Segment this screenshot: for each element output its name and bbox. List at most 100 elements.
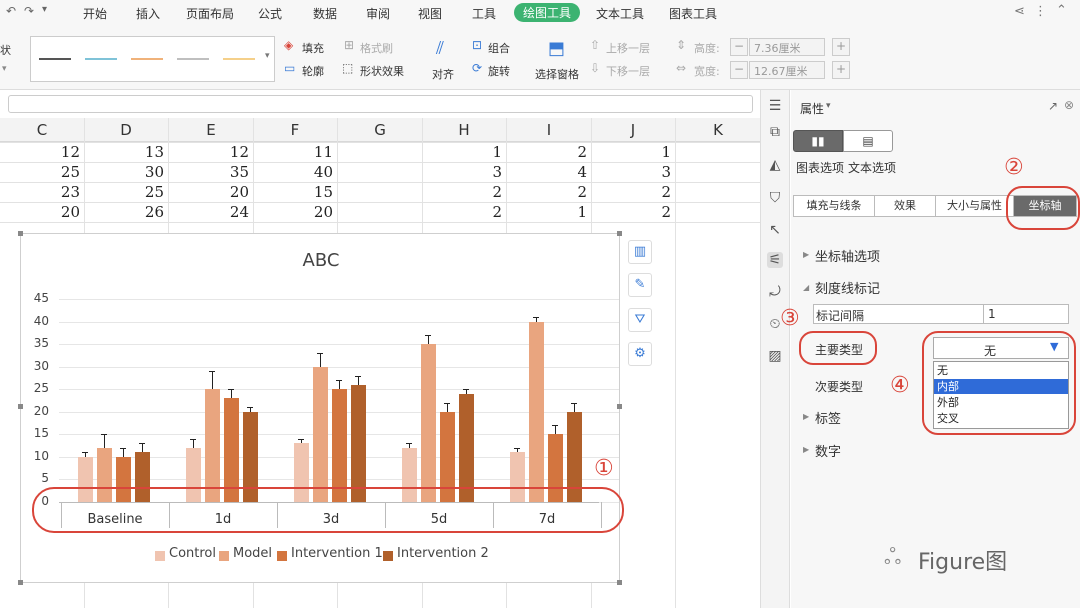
resize-handle-tr[interactable]	[617, 231, 622, 236]
shape-stub-arrow-icon[interactable]: ▾	[2, 64, 7, 74]
gallery-scroll-icon[interactable]: ▾	[265, 51, 270, 61]
sheet-cell[interactable]: 2	[507, 183, 587, 201]
expand-labels-arrow-icon[interactable]: ▶	[803, 412, 809, 421]
column-header-k[interactable]: K	[676, 121, 760, 139]
resize-handle-bl[interactable]	[18, 580, 23, 585]
width-increase-button[interactable]: +	[832, 61, 850, 79]
sheet-cell[interactable]: 26	[84, 203, 164, 221]
sheet-cell[interactable]: 3	[591, 163, 671, 181]
sheet-cell[interactable]: 4	[507, 163, 587, 181]
legend-label[interactable]: Intervention 2	[397, 546, 489, 561]
panel-title-dropdown-icon[interactable]: ▾	[826, 101, 831, 111]
close-icon[interactable]: ⊗	[1064, 98, 1074, 112]
bar-model[interactable]	[421, 344, 436, 502]
menu-text-tools[interactable]: 文本工具	[596, 5, 644, 22]
sheet-cell[interactable]: 11	[253, 143, 333, 161]
text-options-label[interactable]: 文本选项	[848, 159, 896, 176]
sheet-cell[interactable]: 2	[422, 183, 502, 201]
sheet-cell[interactable]: 35	[169, 163, 249, 181]
shield-icon[interactable]: ⛉	[767, 190, 783, 206]
column-header-i[interactable]: I	[507, 121, 591, 139]
resize-handle-tl[interactable]	[18, 231, 23, 236]
sheet-cell[interactable]: 20	[169, 183, 249, 201]
panel-menu-icon[interactable]: ☰	[767, 98, 783, 114]
sheet-cell[interactable]: 1	[507, 203, 587, 221]
sheet-cell[interactable]: 2	[591, 203, 671, 221]
style-icon[interactable]: ◭	[767, 157, 783, 173]
shape-style-stub[interactable]: 状	[0, 42, 11, 58]
group-button[interactable]: 组合	[488, 40, 510, 56]
sheet-cell[interactable]: 1	[422, 143, 502, 161]
line-style-3[interactable]	[131, 58, 163, 60]
bring-forward-button[interactable]: 上移一层	[606, 40, 650, 56]
collapse-ribbon-icon[interactable]: ⌃	[1056, 3, 1067, 18]
shapes-icon[interactable]: ⧉	[767, 124, 783, 140]
line-style-1[interactable]	[39, 58, 71, 60]
sheet-cell[interactable]: 25	[0, 163, 80, 181]
bar-intervention-2[interactable]	[351, 384, 366, 502]
undo-icon[interactable]: ↶	[6, 4, 16, 18]
sheet-cell[interactable]: 15	[253, 183, 333, 201]
chart-filter-icon[interactable]: ⛛	[628, 308, 652, 332]
sheet-cell[interactable]: 2	[422, 203, 502, 221]
width-decrease-button[interactable]: −	[730, 61, 748, 79]
sheet-cell[interactable]: 30	[84, 163, 164, 181]
redo-icon[interactable]: ↷	[24, 4, 34, 18]
menu-insert[interactable]: 插入	[136, 5, 160, 22]
legend-label[interactable]: Intervention 1	[291, 546, 383, 561]
column-header-d[interactable]: D	[84, 121, 168, 139]
line-style-4[interactable]	[177, 58, 209, 60]
tab-effect[interactable]: 效果	[874, 195, 936, 217]
section-labels[interactable]: 标签	[815, 408, 841, 427]
menu-drawing-tools[interactable]: 绘图工具	[514, 3, 581, 22]
more-icon[interactable]: ⋮	[1034, 4, 1047, 19]
sheet-cell[interactable]: 1	[591, 143, 671, 161]
section-number[interactable]: 数字	[815, 441, 841, 460]
outline-button[interactable]: 轮廓	[302, 63, 324, 79]
sheet-cell[interactable]: 20	[0, 203, 80, 221]
tab-fill-line[interactable]: 填充与线条	[793, 195, 875, 217]
collapse-arrow-icon[interactable]: ◢	[803, 283, 809, 292]
expand-arrow-icon[interactable]: ▶	[803, 250, 809, 259]
sheet-cell[interactable]: 12	[169, 143, 249, 161]
menu-chart-tools[interactable]: 图表工具	[669, 5, 717, 22]
sheet-cell[interactable]: 24	[169, 203, 249, 221]
cursor-icon[interactable]: ↖	[767, 222, 783, 238]
section-axis-options[interactable]: 坐标轴选项	[815, 246, 880, 265]
bar-model[interactable]	[205, 389, 220, 502]
line-style-gallery[interactable]: ▾	[30, 36, 275, 82]
chart-options-tab-icon[interactable]: ▮▮	[793, 130, 843, 152]
format-painter-button[interactable]: 格式刷	[360, 40, 393, 56]
menu-formula[interactable]: 公式	[258, 5, 282, 22]
fill-button[interactable]: 填充	[302, 40, 324, 56]
height-input[interactable]: 7.36厘米	[749, 38, 825, 56]
line-style-5[interactable]	[223, 58, 255, 60]
sheet-cell[interactable]: 2	[507, 143, 587, 161]
section-tick-marks[interactable]: 刻度线标记	[815, 278, 880, 297]
sheet-cell[interactable]: 13	[84, 143, 164, 161]
menu-home[interactable]: 开始	[83, 5, 107, 22]
text-options-tab-icon[interactable]: ▤	[843, 130, 893, 152]
column-header-e[interactable]: E	[169, 121, 253, 139]
customize-icon[interactable]: ▾	[42, 4, 47, 15]
column-header-c[interactable]: C	[0, 121, 84, 139]
resize-handle-ml[interactable]	[18, 404, 23, 409]
sheet-cell[interactable]: 20	[253, 203, 333, 221]
send-backward-button[interactable]: 下移一层	[606, 63, 650, 79]
menu-review[interactable]: 审阅	[366, 5, 390, 22]
bar-intervention-2[interactable]	[459, 393, 474, 502]
line-style-2[interactable]	[85, 58, 117, 60]
shape-effect-button[interactable]: 形状效果	[360, 63, 404, 79]
sheet-cell[interactable]: 25	[84, 183, 164, 201]
formula-bar[interactable]	[8, 95, 753, 113]
column-header-j[interactable]: J	[591, 121, 675, 139]
sheet-cell[interactable]: 40	[253, 163, 333, 181]
sheet-cell[interactable]: 12	[0, 143, 80, 161]
panel-title[interactable]: 属性	[800, 100, 824, 117]
align-button[interactable]: 对齐	[432, 66, 454, 82]
column-header-h[interactable]: H	[422, 121, 506, 139]
legend-label[interactable]: Model	[233, 546, 272, 561]
menu-data[interactable]: 数据	[313, 5, 337, 22]
legend-label[interactable]: Control	[169, 546, 216, 561]
column-header-f[interactable]: F	[253, 121, 337, 139]
